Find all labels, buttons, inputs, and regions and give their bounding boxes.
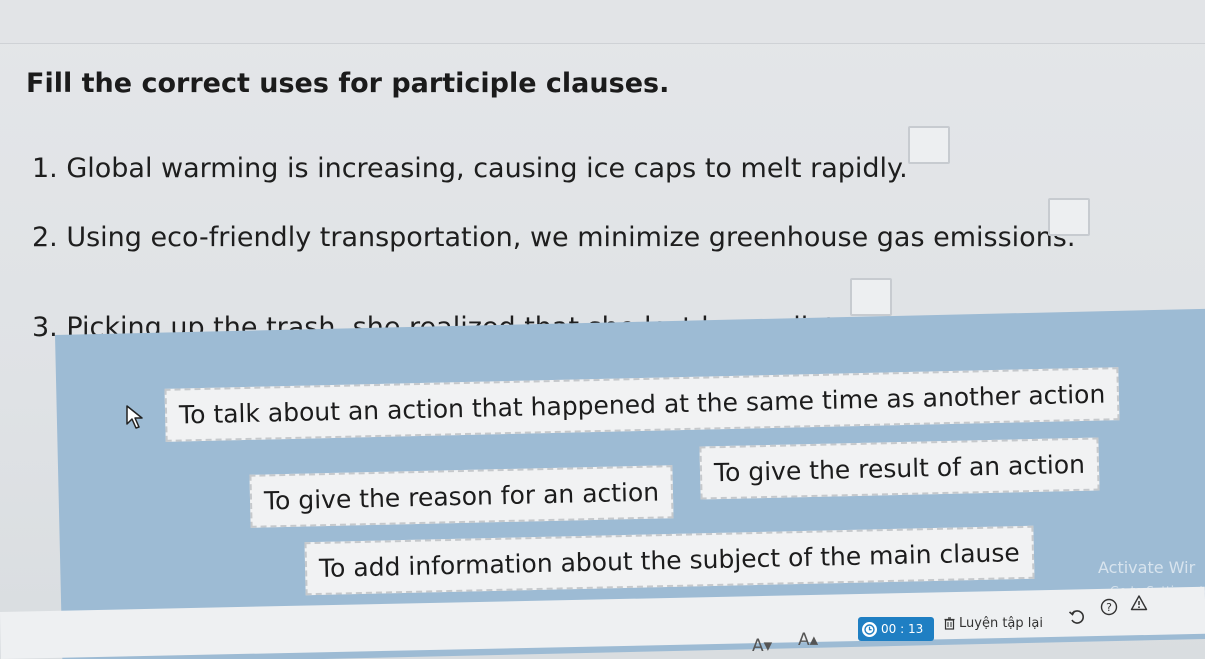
answer-drop-box-1[interactable] <box>908 126 950 164</box>
top-bar <box>0 0 1205 44</box>
answer-drop-box-3[interactable] <box>850 278 892 316</box>
question-1: 1. Global warming is increasing, causing… <box>32 153 908 184</box>
option-reason[interactable]: To give the reason for an action <box>249 465 674 528</box>
help-icon[interactable]: ? <box>1100 598 1118 616</box>
retry-icon[interactable] <box>1068 608 1086 626</box>
timer: 00 : 13 <box>858 617 934 641</box>
answer-drop-box-2[interactable] <box>1048 198 1090 236</box>
practice-again-label: Luyện tập lại <box>959 616 1043 631</box>
svg-text:?: ? <box>1106 601 1112 614</box>
mouse-cursor-icon <box>126 405 143 429</box>
question-2: 2. Using eco-friendly transportation, we… <box>32 222 1076 253</box>
trash-icon <box>944 617 955 630</box>
clock-icon <box>862 621 877 637</box>
warning-icon[interactable] <box>1130 594 1148 612</box>
exercise-title: Fill the correct uses for participle cla… <box>26 68 670 99</box>
screen: Fill the correct uses for participle cla… <box>0 0 1205 659</box>
font-increase-button[interactable]: A▴ <box>798 630 818 650</box>
timer-value: 00 : 13 <box>881 622 924 636</box>
practice-again-button[interactable]: Luyện tập lại <box>944 616 1043 631</box>
font-decrease-button[interactable]: A▾ <box>752 636 772 656</box>
option-result[interactable]: To give the result of an action <box>699 437 1100 500</box>
windows-activation-watermark: Activate Wir <box>1098 558 1196 577</box>
